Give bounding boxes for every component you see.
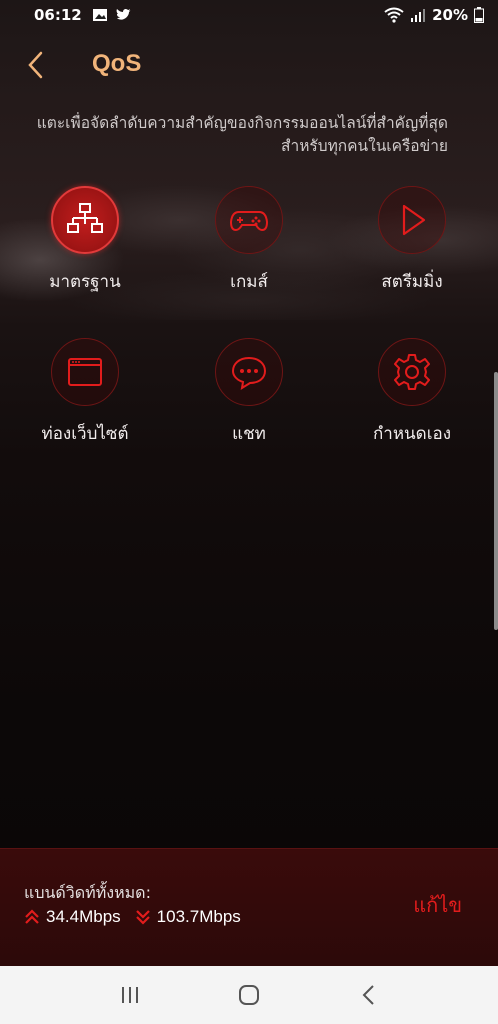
mode-games[interactable]: เกมส์ <box>174 186 324 295</box>
battery-icon <box>474 7 484 23</box>
nav-back-button[interactable] <box>348 975 388 1015</box>
status-bar: 06:12 20% <box>0 0 498 30</box>
upload-arrow-icon <box>25 909 39 924</box>
home-icon <box>238 985 259 1005</box>
mode-browsing[interactable]: ท่องเว็บไซต์ <box>10 338 160 447</box>
mode-custom[interactable]: กำหนดเอง <box>337 338 487 447</box>
system-nav-bar <box>0 966 498 1024</box>
bandwidth-label: แบนด์วิดท์ทั้งหมด: <box>24 883 151 902</box>
mode-games-label: เกมส์ <box>230 272 268 292</box>
mode-chat-label: แชท <box>232 424 266 444</box>
edit-bandwidth-button[interactable]: แก้ไข <box>413 889 462 921</box>
mode-standard-label: มาตรฐาน <box>49 272 121 292</box>
upload-speed: 34.4Mbps <box>46 907 121 926</box>
back-icon <box>362 985 375 1005</box>
mode-streaming[interactable]: สตรีมมิ่ง <box>337 186 487 295</box>
download-speed: 103.7Mbps <box>156 907 241 926</box>
qos-screen: 06:12 20% QoS แตะเพื่อจัดลำดับความสำคัญข… <box>0 0 498 1024</box>
mode-chat-circle[interactable] <box>215 338 283 406</box>
image-icon <box>92 9 107 21</box>
gamepad-icon <box>229 211 269 232</box>
chat-icon <box>231 356 267 391</box>
play-icon <box>402 204 426 236</box>
download-arrow-icon <box>135 910 150 925</box>
twitter-icon <box>116 8 131 20</box>
gear-icon <box>394 354 430 390</box>
page-title: QoS <box>92 50 142 77</box>
bandwidth-panel: แบนด์วิดท์ทั้งหมด: 34.4Mbps 103.7Mbps แก… <box>0 848 498 966</box>
network-icon <box>67 203 103 233</box>
scrollbar[interactable] <box>494 372 498 630</box>
mode-browsing-circle[interactable] <box>51 338 119 406</box>
mode-custom-circle[interactable] <box>378 338 446 406</box>
bandwidth-speeds: 34.4Mbps 103.7Mbps <box>24 907 241 927</box>
home-button[interactable] <box>229 975 269 1015</box>
recent-apps-button[interactable] <box>110 975 150 1015</box>
back-button[interactable] <box>18 48 52 82</box>
wifi-icon <box>384 7 404 23</box>
mode-standard-circle[interactable] <box>51 186 119 254</box>
app-header: QoS <box>0 40 498 90</box>
status-time: 06:12 <box>34 6 82 24</box>
mode-streaming-circle[interactable] <box>378 186 446 254</box>
chevron-left-icon <box>28 51 43 79</box>
battery-percent: 20% <box>432 6 468 24</box>
mode-streaming-label: สตรีมมิ่ง <box>381 272 443 292</box>
mode-standard[interactable]: มาตรฐาน <box>10 186 160 295</box>
mode-chat[interactable]: แชท <box>174 338 324 447</box>
browser-icon <box>68 358 102 386</box>
signal-icon <box>411 9 426 22</box>
recent-apps-icon <box>121 987 138 1003</box>
mode-browsing-label: ท่องเว็บไซต์ <box>41 424 129 444</box>
mode-games-circle[interactable] <box>215 186 283 254</box>
qos-description: แตะเพื่อจัดลำดับความสำคัญของกิจกรรมออนไล… <box>36 114 448 155</box>
mode-custom-label: กำหนดเอง <box>372 424 452 444</box>
